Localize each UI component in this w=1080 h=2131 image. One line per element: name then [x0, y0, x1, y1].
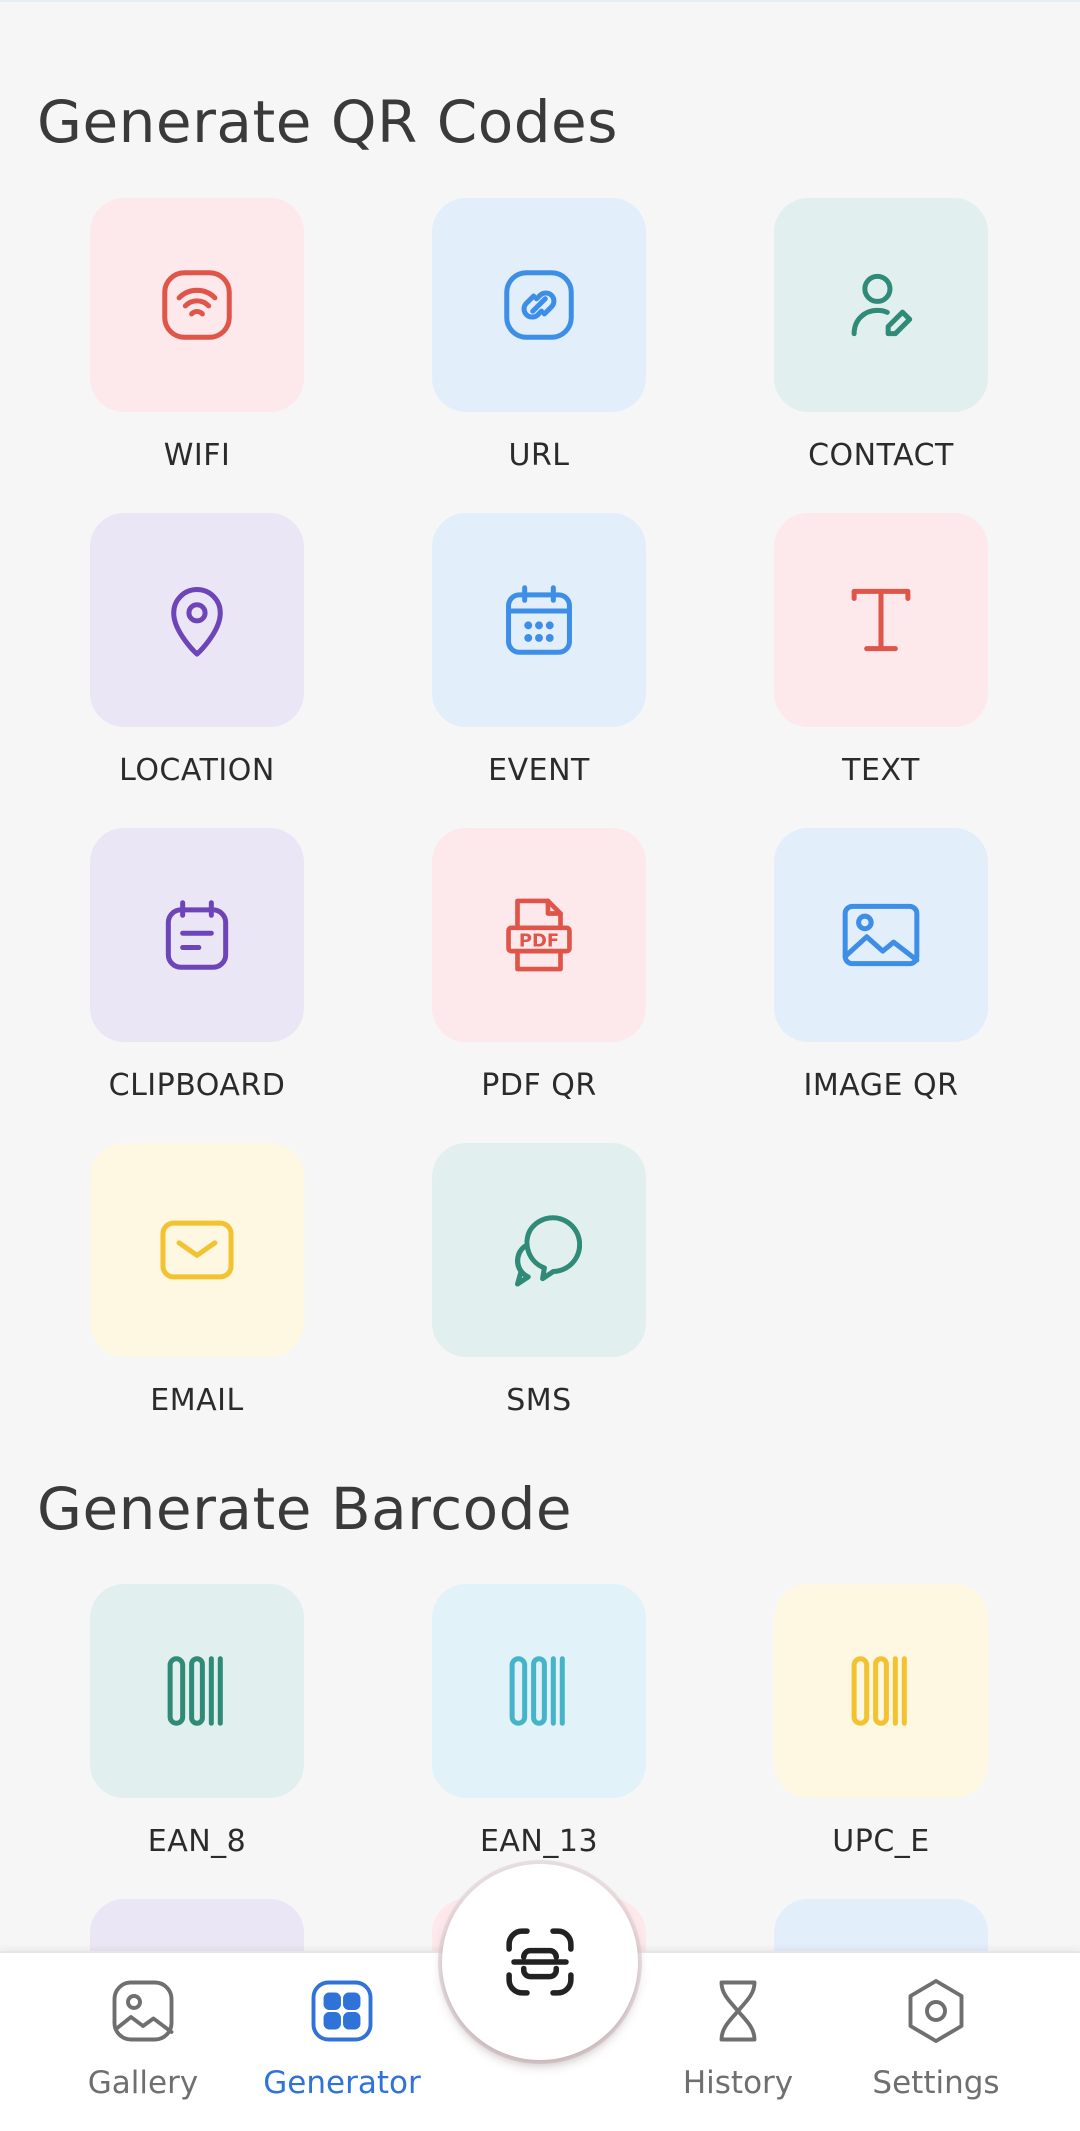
svg-text:PDF: PDF [519, 931, 559, 952]
qr-tile-contact[interactable] [774, 198, 988, 412]
qr-tile-sms[interactable] [432, 1143, 646, 1357]
chat-icon [514, 1215, 582, 1287]
gallery-icon [112, 1980, 174, 2042]
qr-tile-location[interactable] [90, 513, 304, 727]
barcode-icon [509, 1656, 565, 1726]
qr-label-event: EVENT [488, 753, 590, 788]
text-icon [851, 588, 911, 652]
qr-tile-image[interactable] [774, 828, 988, 1042]
qr-tile-text[interactable] [774, 513, 988, 727]
generator-grid-icon [311, 1980, 373, 2042]
qr-tile-wifi[interactable] [90, 198, 304, 412]
user-edit-icon [851, 273, 913, 337]
settings-icon [908, 1979, 964, 2043]
top-divider [0, 0, 1080, 2]
nav-settings[interactable]: Settings [836, 1953, 1036, 2131]
nav-gallery[interactable]: Gallery [43, 1953, 243, 2131]
qr-label-location: LOCATION [119, 753, 275, 788]
qr-label-email: EMAIL [150, 1383, 244, 1418]
map-pin-icon [171, 587, 223, 657]
image-icon [842, 903, 920, 967]
qr-label-url: URL [508, 438, 570, 473]
qr-tile-pdf[interactable]: PDF [432, 828, 646, 1042]
barcode-tile-ean13[interactable] [432, 1584, 646, 1798]
barcode-tile-ean8[interactable] [90, 1584, 304, 1798]
nav-generator[interactable]: Generator [242, 1953, 442, 2131]
email-icon [160, 1220, 234, 1280]
wifi-icon [162, 270, 232, 340]
qr-label-image: IMAGE QR [803, 1068, 959, 1103]
qr-label-clipboard: CLIPBOARD [108, 1068, 286, 1103]
nav-label-settings: Settings [872, 2065, 1000, 2101]
qr-tile-email[interactable] [90, 1143, 304, 1357]
barcode-label-upce: UPC_E [832, 1824, 930, 1859]
qr-tile-url[interactable] [432, 198, 646, 412]
scan-button[interactable] [442, 1864, 638, 2060]
qr-tile-event[interactable] [432, 513, 646, 727]
nav-history[interactable]: History [638, 1953, 838, 2131]
calendar-icon [506, 585, 572, 655]
nav-label-generator: Generator [263, 2065, 421, 2101]
barcode-tile-upce[interactable] [774, 1584, 988, 1798]
hourglass-icon [719, 1980, 757, 2042]
nav-label-gallery: Gallery [87, 2065, 199, 2101]
nav-label-history: History [682, 2065, 794, 2101]
clipboard-icon [165, 900, 229, 970]
barcode-icon [167, 1656, 223, 1726]
barcode-section-title: Generate Barcode [37, 1475, 573, 1543]
qr-section-title: Generate QR Codes [37, 88, 618, 156]
barcode-label-ean13: EAN_13 [479, 1824, 599, 1859]
barcode-icon [851, 1656, 907, 1726]
qr-tile-clipboard[interactable] [90, 828, 304, 1042]
scan-icon [506, 1928, 574, 1996]
qr-label-pdf: PDF QR [481, 1068, 597, 1103]
qr-label-contact: CONTACT [808, 438, 954, 473]
qr-label-text: TEXT [842, 753, 920, 788]
pdf-icon: PDF [506, 898, 572, 972]
link-icon [504, 270, 574, 340]
qr-label-sms: SMS [506, 1383, 572, 1418]
qr-label-wifi: WIFI [163, 438, 231, 473]
barcode-label-ean8: EAN_8 [147, 1824, 247, 1859]
